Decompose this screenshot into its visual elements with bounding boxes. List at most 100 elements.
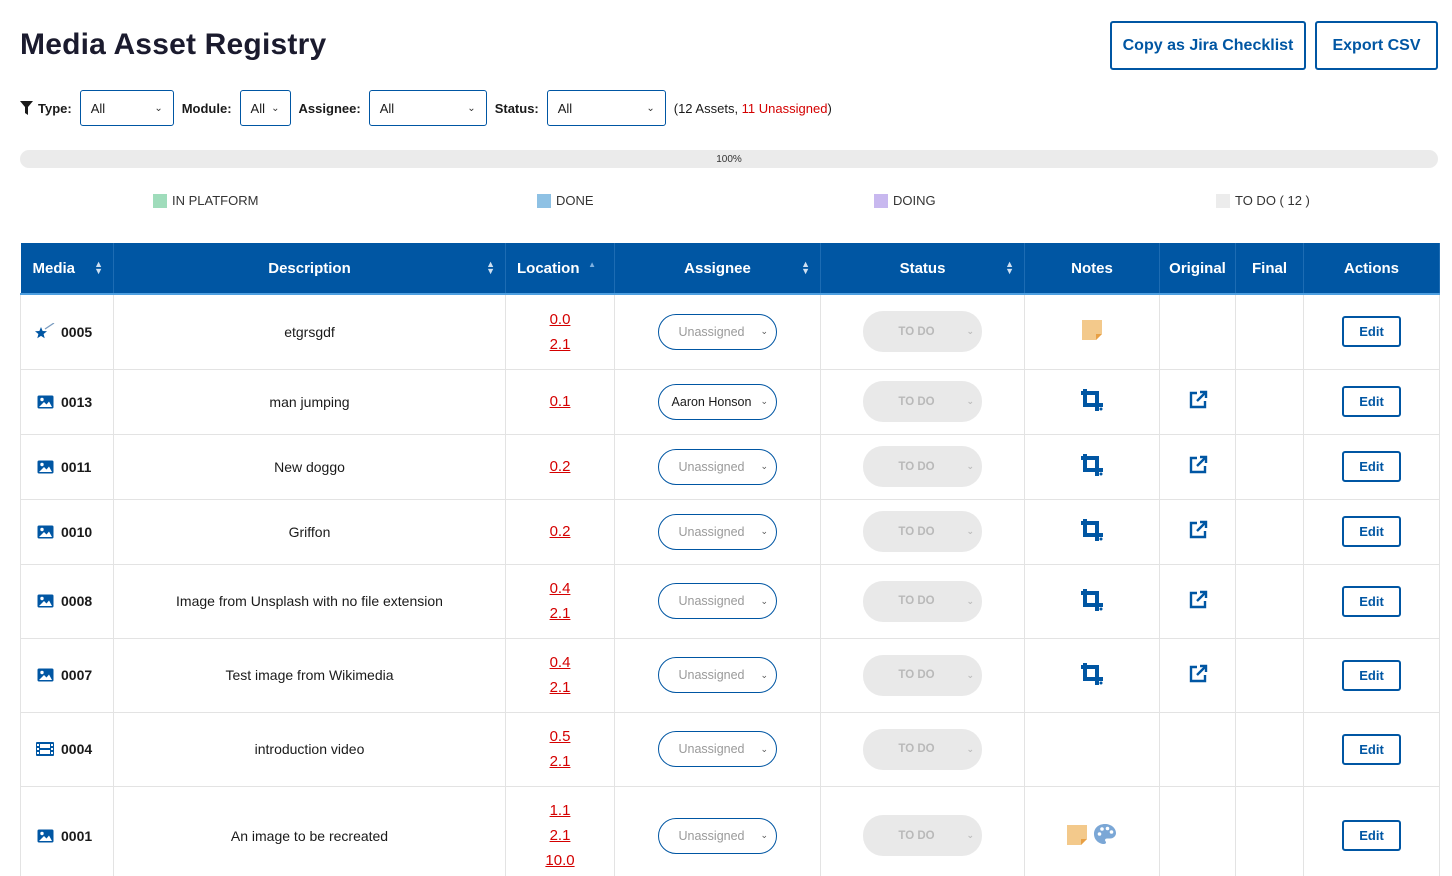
palette-icon[interactable] (1093, 823, 1117, 845)
description-cell: An image to be recreated (113, 786, 506, 876)
table-row: 0008 Image from Unsplash with no file ex… (20, 564, 1440, 639)
crop-icon[interactable] (1080, 453, 1104, 477)
column-media[interactable]: Media ▲ ▼ (20, 243, 114, 294)
image-icon (35, 593, 55, 609)
chevron-down-icon: ⌄ (760, 743, 768, 754)
media-id: 0005 (61, 323, 93, 340)
actions-cell: Edit (1303, 712, 1440, 787)
crop-icon[interactable] (1080, 388, 1104, 412)
actions-cell: Edit (1303, 369, 1440, 435)
crop-icon[interactable] (1080, 588, 1104, 612)
status-select[interactable]: TO DO ⌄ (863, 728, 982, 770)
status-select[interactable]: TO DO ⌄ (863, 446, 982, 487)
edit-button[interactable]: Edit (1342, 386, 1401, 417)
final-cell (1235, 638, 1304, 713)
edit-button[interactable]: Edit (1342, 516, 1401, 547)
notes-cell (1024, 786, 1160, 876)
location-link[interactable]: 0.2 (506, 519, 614, 544)
status-select[interactable]: TO DO ⌄ (863, 580, 982, 622)
original-cell (1159, 499, 1236, 565)
location-link[interactable]: 0.5 (506, 724, 614, 749)
edit-button[interactable]: Edit (1342, 733, 1401, 765)
table-row: 0005 etgrsgdf 0.0 2.1 Unassigned ⌄ TO DO … (20, 293, 1440, 370)
edit-button[interactable]: Edit (1342, 820, 1401, 851)
location-cell: 0.4 2.1 (505, 638, 615, 713)
description-cell: man jumping (113, 369, 506, 435)
external-link-icon[interactable] (1188, 390, 1208, 410)
status-select[interactable]: TO DO ⌄ (863, 654, 982, 696)
location-link[interactable]: 2.1 (506, 601, 614, 626)
location-link[interactable]: 2.1 (506, 675, 614, 700)
chevron-down-icon: ⌄ (760, 830, 768, 840)
status-select[interactable]: TO DO ⌄ (863, 381, 982, 422)
column-assignee[interactable]: Assignee ▲ ▼ (614, 243, 821, 294)
crop-icon[interactable] (1080, 518, 1104, 542)
edit-button[interactable]: Edit (1342, 451, 1401, 482)
media-id: 0013 (61, 393, 93, 410)
media-cell: 0004 (20, 712, 114, 787)
edit-button[interactable]: Edit (1342, 585, 1401, 617)
status-select[interactable]: TO DO ⌄ (863, 815, 982, 856)
type-filter-label: Type: (38, 100, 72, 116)
external-link-icon[interactable] (1188, 590, 1208, 610)
notes-cell (1024, 293, 1160, 370)
module-filter-select[interactable]: All ⌄ (239, 90, 291, 126)
edit-button[interactable]: Edit (1342, 316, 1401, 348)
chevron-down-icon: ⌄ (760, 595, 768, 606)
column-actions: Actions (1303, 243, 1440, 294)
media-cell: 0013 (20, 369, 114, 435)
status-value: TO DO (898, 460, 935, 473)
assignee-cell: Unassigned ⌄ (614, 638, 821, 713)
status-value: TO DO (898, 525, 935, 538)
status-select[interactable]: TO DO ⌄ (863, 311, 982, 353)
legend-label-in-platform: IN PLATFORM (172, 193, 259, 208)
assignee-select[interactable]: Aaron Honson ⌄ (658, 383, 777, 420)
assignee-select[interactable]: Unassigned ⌄ (658, 448, 777, 485)
external-link-icon[interactable] (1188, 455, 1208, 475)
chevron-down-icon: ⌄ (966, 526, 974, 536)
type-filter-select[interactable]: All ⌄ (79, 90, 174, 126)
assignee-select[interactable]: Unassigned ⌄ (658, 313, 777, 350)
column-location[interactable]: Location ▲ (505, 243, 615, 294)
location-link[interactable]: 0.4 (506, 576, 614, 601)
copy-jira-checklist-button[interactable]: Copy as Jira Checklist (1110, 21, 1306, 70)
type-filter-value: All (90, 100, 106, 116)
status-filter-value: All (557, 100, 573, 116)
assignee-select[interactable]: Unassigned ⌄ (658, 731, 777, 767)
location-link[interactable]: 2.1 (506, 332, 614, 357)
location-link[interactable]: 0.0 (506, 307, 614, 332)
original-cell (1159, 434, 1236, 500)
edit-button[interactable]: Edit (1342, 659, 1401, 691)
status-select[interactable]: TO DO ⌄ (863, 511, 982, 552)
status-filter-label: Status: (494, 100, 539, 116)
location-link[interactable]: 10.0 (506, 848, 614, 873)
status-filter-select[interactable]: All ⌄ (546, 90, 666, 126)
chevron-down-icon: ⌄ (966, 326, 974, 337)
assignee-filter-select[interactable]: All ⌄ (368, 90, 487, 126)
column-status[interactable]: Status ▲ ▼ (820, 243, 1025, 294)
assignee-select[interactable]: Unassigned ⌄ (658, 817, 777, 854)
table-row: 0011 New doggo 0.2 Unassigned ⌄ TO DO ⌄ … (20, 434, 1440, 500)
chevron-down-icon: ⌄ (646, 102, 655, 114)
export-csv-button[interactable]: Export CSV (1315, 21, 1438, 70)
column-description[interactable]: Description ▲ ▼ (113, 243, 506, 294)
location-link[interactable]: 0.2 (506, 454, 614, 479)
assignee-select[interactable]: Unassigned ⌄ (658, 657, 777, 693)
external-link-icon[interactable] (1188, 520, 1208, 540)
status-cell: TO DO ⌄ (820, 434, 1025, 500)
assignee-select[interactable]: Unassigned ⌄ (658, 583, 777, 619)
location-link[interactable]: 1.1 (506, 798, 614, 823)
sticky-note-icon[interactable] (1067, 825, 1087, 845)
crop-icon[interactable] (1080, 662, 1104, 686)
image-icon (35, 394, 55, 410)
sticky-note-icon[interactable] (1082, 320, 1102, 341)
chevron-down-icon: ⌄ (966, 669, 974, 680)
legend-swatch-todo (1216, 193, 1230, 208)
assignee-value: Unassigned (678, 459, 745, 474)
assignee-select[interactable]: Unassigned ⌄ (658, 513, 777, 550)
location-link[interactable]: 2.1 (506, 823, 614, 848)
location-link[interactable]: 2.1 (506, 749, 614, 774)
location-link[interactable]: 0.1 (506, 389, 614, 414)
external-link-icon[interactable] (1188, 664, 1208, 684)
location-link[interactable]: 0.4 (506, 650, 614, 675)
